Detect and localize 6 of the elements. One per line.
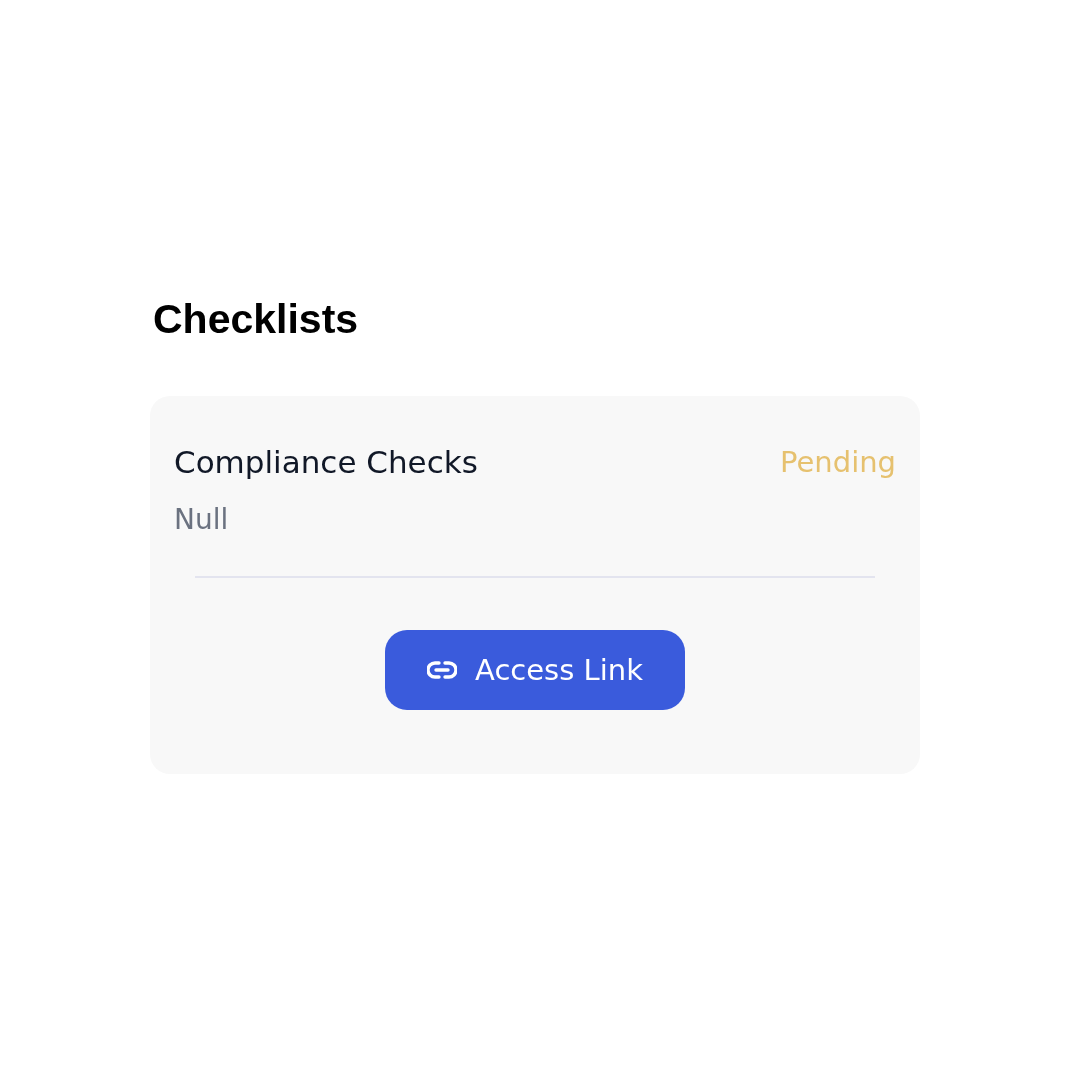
link-icon bbox=[427, 661, 458, 679]
section-heading: Checklists bbox=[153, 295, 360, 344]
checklist-description: Null bbox=[174, 502, 229, 538]
checklist-title: Compliance Checks bbox=[174, 443, 478, 482]
access-link-button[interactable]: Access Link bbox=[385, 630, 685, 710]
status-label: Pending bbox=[780, 444, 896, 481]
